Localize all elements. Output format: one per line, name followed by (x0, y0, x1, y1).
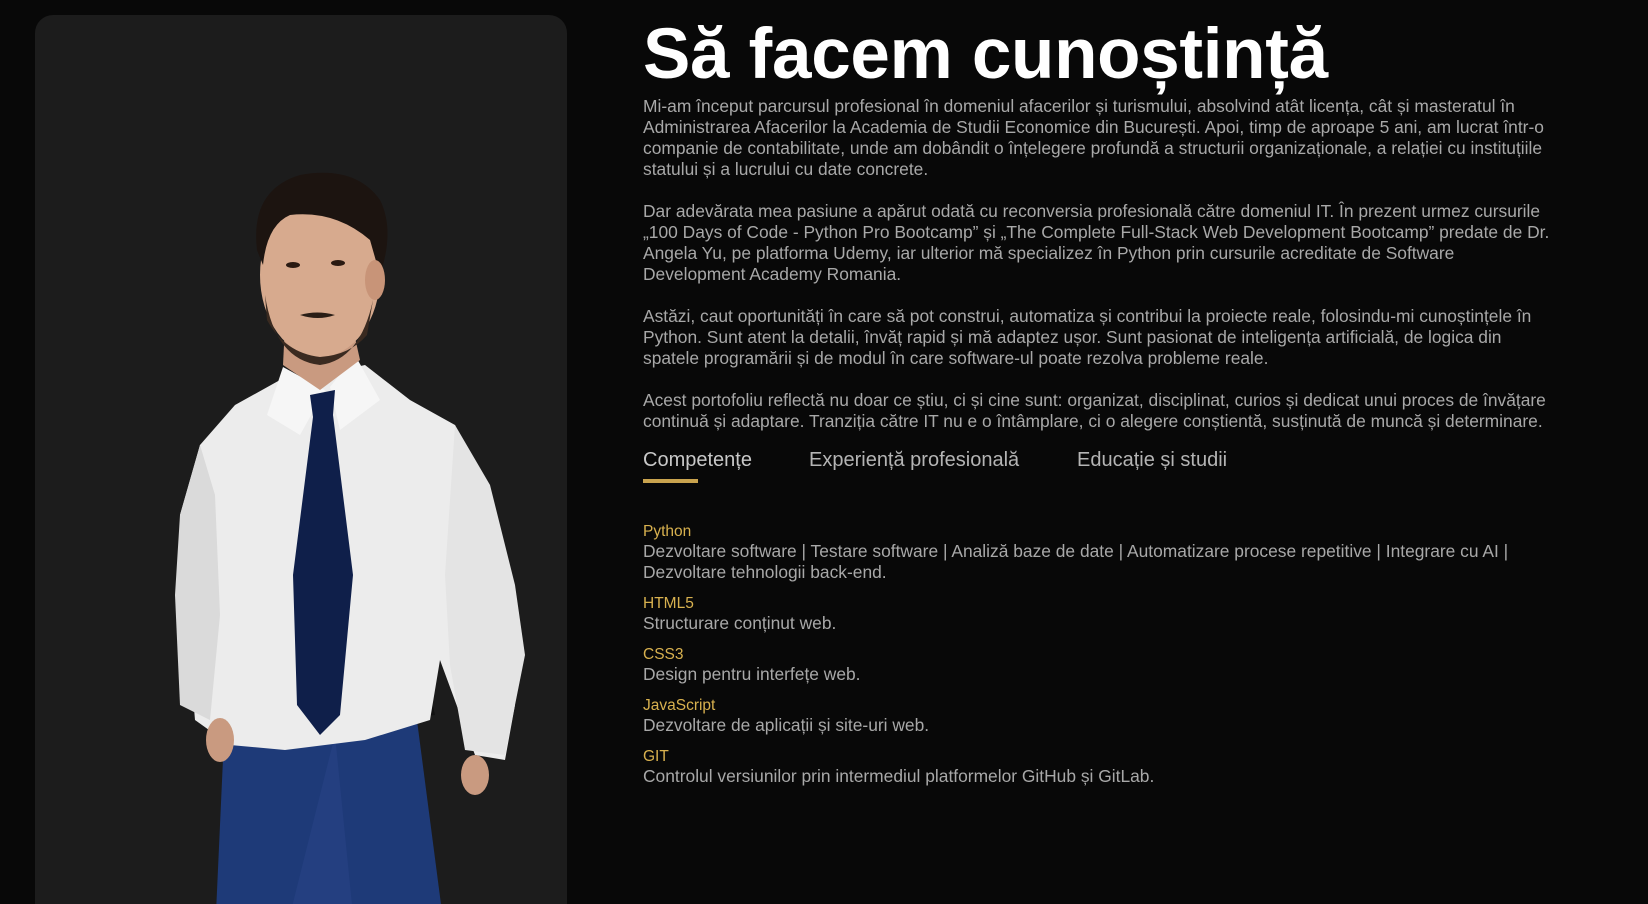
profile-photo (175, 172, 525, 904)
intro-paragraph-1: Mi-am început parcursul profesional în d… (643, 96, 1544, 179)
skill-name: Python (643, 523, 692, 540)
intro-paragraph-3: Astăzi, caut oportunități în care să pot… (643, 306, 1532, 368)
tab-label: Educație și studii (1077, 449, 1228, 471)
skill-description: Dezvoltare software | Testare software |… (643, 541, 1509, 582)
skill-description: Structurare conținut web. (643, 613, 837, 633)
intro-paragraph-2: Dar adevărata mea pasiune a apărut odată… (643, 201, 1550, 284)
tab-label: Competențe (643, 449, 752, 471)
about-section: Să facem cunoștință Mi-am început parcur… (643, 14, 1563, 798)
skill-description: Controlul versiunilor prin intermediul p… (643, 766, 1155, 786)
profile-photo-card (35, 15, 567, 904)
skill-item-css3: CSS3 Design pentru interfețe web. (643, 645, 1563, 685)
tab-label: Experiență profesională (809, 449, 1020, 471)
skill-name: CSS3 (643, 646, 684, 663)
portfolio-about-page: Să facem cunoștință Mi-am început parcur… (0, 0, 1648, 904)
active-tab-indicator (643, 479, 698, 483)
skills-list: Python Dezvoltare software | Testare sof… (643, 522, 1563, 787)
tab-competente[interactable]: Competențe (643, 446, 809, 483)
skill-name: HTML5 (643, 595, 694, 612)
tab-experienta-profesionala[interactable]: Experiență profesională (809, 446, 1077, 482)
intro-paragraph-4: Acest portofoliu reflectă nu doar ce ști… (643, 390, 1546, 431)
skill-name: JavaScript (643, 697, 716, 714)
skill-item-javascript: JavaScript Dezvoltare de aplicații și si… (643, 696, 1563, 736)
page-title: Să facem cunoștință (643, 15, 1328, 94)
skill-name: GIT (643, 748, 669, 765)
skill-description: Design pentru interfețe web. (643, 664, 861, 684)
skill-description: Dezvoltare de aplicații și site-uri web. (643, 715, 930, 735)
skill-item-python: Python Dezvoltare software | Testare sof… (643, 522, 1563, 583)
skill-item-git: GIT Controlul versiunilor prin intermedi… (643, 747, 1563, 787)
tabs: Competențe Experiență profesională Educa… (643, 446, 1563, 500)
tab-educatie-si-studii[interactable]: Educație și studii (1077, 446, 1277, 482)
skill-item-html5: HTML5 Structurare conținut web. (643, 594, 1563, 634)
